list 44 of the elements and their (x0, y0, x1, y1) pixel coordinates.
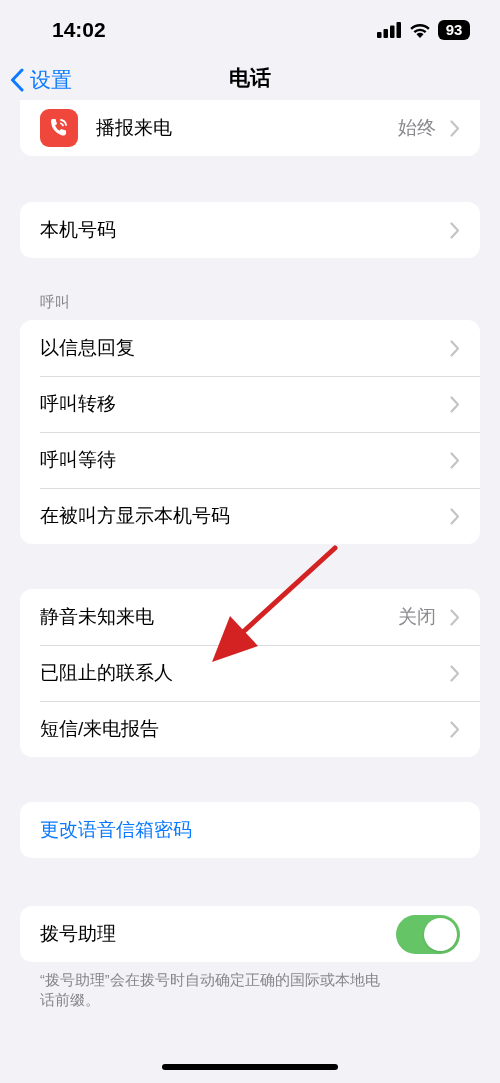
back-button[interactable]: 设置 (10, 64, 72, 96)
settings-row[interactable]: 短信/来电报告 (20, 701, 480, 757)
row-value: 关闭 (398, 604, 436, 629)
row-label: 拨号助理 (40, 921, 116, 946)
signal-icon (377, 22, 402, 38)
toggle-row[interactable]: 拨号助理 (20, 906, 480, 962)
row-label: 以信息回复 (40, 335, 135, 360)
row-value: 始终 (398, 115, 436, 140)
chevron-icon (450, 608, 460, 626)
chevron-icon (450, 395, 460, 413)
row-label: 静音未知来电 (40, 604, 154, 629)
settings-row[interactable]: 呼叫等待 (20, 432, 480, 488)
status-time: 14:02 (52, 17, 106, 44)
phone-icon (40, 109, 78, 147)
settings-row[interactable]: 以信息回复 (20, 320, 480, 376)
row-label: 播报来电 (96, 115, 172, 140)
row-label: 更改语音信箱密码 (40, 817, 192, 842)
chevron-icon (450, 119, 460, 137)
settings-row[interactable]: 已阻止的联系人 (20, 645, 480, 701)
row-label: 短信/来电报告 (40, 716, 160, 741)
chevron-icon (450, 221, 460, 239)
chevron-icon (450, 664, 460, 682)
row-label: 本机号码 (40, 217, 116, 242)
settings-row[interactable]: 播报来电 始终 (20, 100, 480, 156)
footer-note: “拨号助理”会在拨号时自动确定正确的国际或本地电话前缀。 (39, 971, 381, 1010)
nav-title: 电话 (229, 65, 271, 92)
row-label: 呼叫转移 (40, 391, 116, 416)
settings-row[interactable]: 呼叫转移 (20, 376, 480, 432)
back-chevron-icon (10, 67, 24, 92)
row-label: 呼叫等待 (40, 447, 116, 472)
toggle-switch[interactable] (396, 914, 460, 954)
settings-row[interactable]: 本机号码 (20, 202, 480, 258)
settings-row[interactable]: 静音未知来电 关闭 (20, 589, 480, 645)
chevron-icon (450, 507, 460, 525)
row-label: 已阻止的联系人 (40, 660, 173, 685)
chevron-icon (450, 451, 460, 469)
chevron-icon (450, 720, 460, 738)
section-header: 呼叫 (39, 292, 71, 312)
wifi-icon (409, 22, 431, 38)
settings-row[interactable]: 在被叫方显示本机号码 (20, 488, 480, 544)
battery-indicator: 93 (438, 20, 470, 40)
row-label: 在被叫方显示本机号码 (40, 503, 230, 528)
chevron-icon (450, 339, 460, 357)
settings-row[interactable]: 更改语音信箱密码 (20, 802, 480, 858)
